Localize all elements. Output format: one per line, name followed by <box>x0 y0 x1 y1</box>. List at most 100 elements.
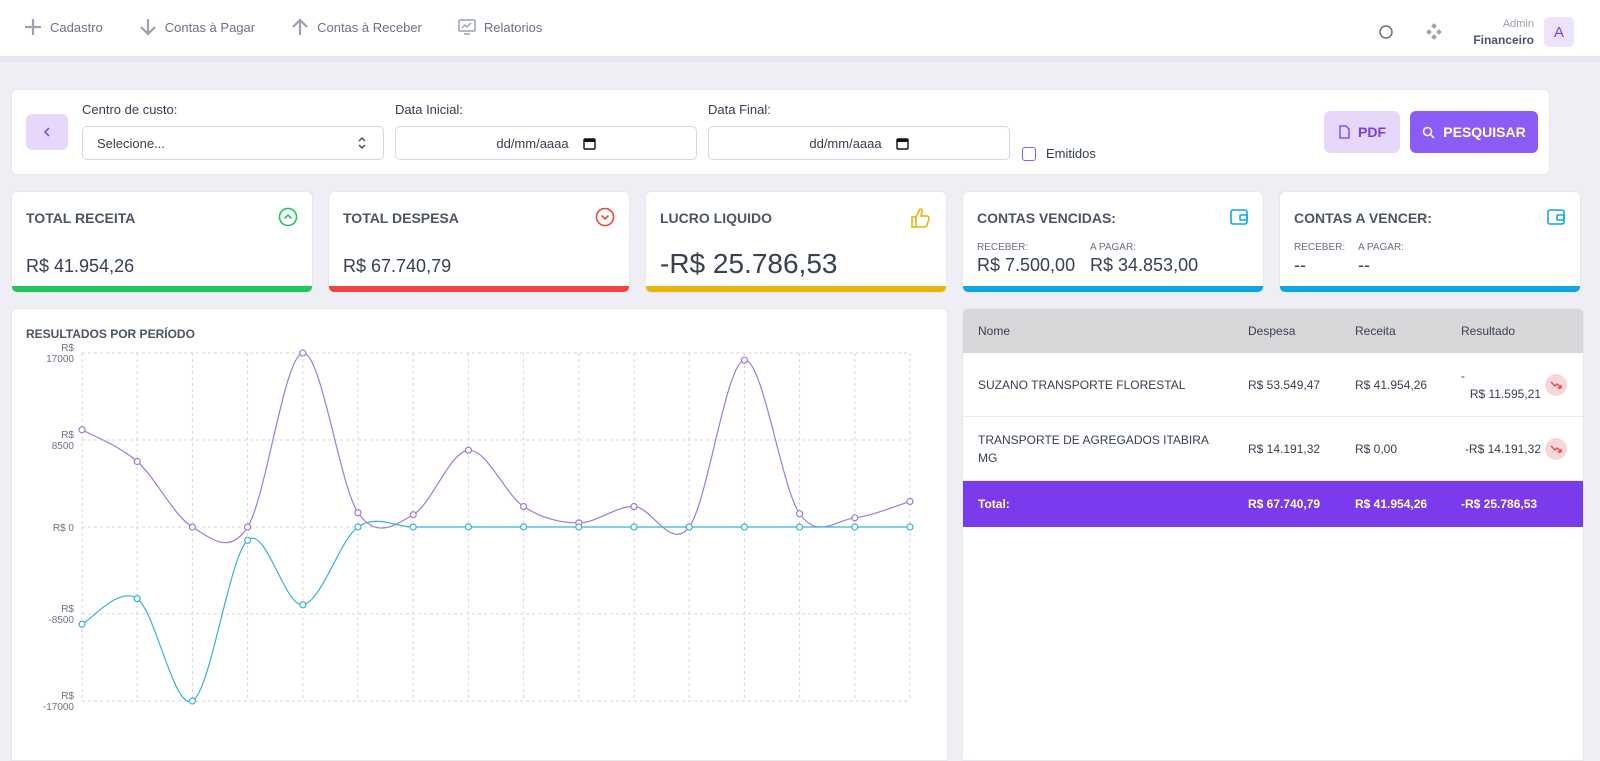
receber-label: RECEBER: <box>977 242 1029 253</box>
data-point <box>244 536 252 544</box>
results-table: Nome Despesa Receita Resultado SUZANO TR… <box>962 308 1584 761</box>
results-line-chart: R$17000R$8500R$ 0R$-8500R$-17000 <box>43 343 914 713</box>
data-point <box>795 510 804 518</box>
card-value: R$ 41.954,26 <box>26 256 135 276</box>
nav-cadastro[interactable]: Cadastro <box>24 18 103 36</box>
avatar[interactable]: A <box>1544 17 1574 47</box>
cell-despesa: R$ 14.191,32 <box>1248 441 1321 456</box>
card-title: TOTAL RECEITA <box>26 210 136 226</box>
series-line-2 <box>81 520 910 702</box>
data-point <box>354 523 362 531</box>
chevron-left-icon <box>43 127 50 137</box>
user-info[interactable]: Admin Financeiro <box>1473 16 1534 48</box>
nav-contas-pagar[interactable]: Contas à Pagar <box>139 18 255 36</box>
cell-resultado: -R$ 14.191,32 <box>1464 441 1541 456</box>
centro-custo-label: Centro de custo: <box>82 102 178 117</box>
total-despesa: R$ 67.740,79 <box>1248 497 1321 511</box>
trending-down-icon <box>1545 437 1567 460</box>
calendar-icon[interactable] <box>895 137 909 150</box>
search-icon <box>1423 126 1435 139</box>
nav-relatorios-label: Relatorios <box>483 19 543 35</box>
y-tick-label: R$ <box>61 430 74 441</box>
cell-receita: R$ 0,00 <box>1355 441 1398 456</box>
data-point <box>851 523 859 531</box>
pagar-value: -- <box>1358 255 1370 275</box>
data-point <box>795 523 804 531</box>
back-button[interactable] <box>26 114 68 150</box>
data-point <box>630 523 638 531</box>
pagar-value: R$ 34.853,00 <box>1090 255 1199 275</box>
data-point <box>299 601 307 609</box>
pdf-button[interactable]: PDF <box>1324 111 1400 153</box>
filter-panel: Centro de custo: Selecione... Data Inici… <box>11 89 1550 175</box>
data-point <box>575 523 583 531</box>
data-point <box>630 502 638 511</box>
card-contas-vencidas: CONTAS VENCIDAS: RECEBER: R$ 7.500,00 A … <box>962 191 1264 293</box>
cell-nome: SUZANO TRANSPORTE FLORESTAL <box>978 377 1186 392</box>
card-color-bar <box>12 286 312 292</box>
receber-group: RECEBER: -- <box>1294 242 1345 276</box>
card-color-bar <box>329 286 629 292</box>
card-title: CONTAS VENCIDAS: <box>977 210 1116 226</box>
theme-toggle-icon[interactable] <box>1377 23 1395 41</box>
user-name: Financeiro <box>1473 33 1534 47</box>
total-resultado: -R$ 25.786,53 <box>1461 497 1538 511</box>
table-header: Nome Despesa Receita Resultado <box>963 309 1583 353</box>
series-line-1 <box>81 352 911 544</box>
header-receita: Receita <box>1355 324 1396 338</box>
card-total-receita: TOTAL RECEITA R$ 41.954,26 <box>11 191 313 293</box>
data-final-value: dd/mm/aaaa <box>809 135 882 151</box>
cell-receita: R$ 41.954,26 <box>1355 377 1428 392</box>
nav-contas-pagar-label: Contas à Pagar <box>164 19 256 35</box>
data-inicial-input[interactable]: dd/mm/aaaa <box>395 126 697 160</box>
data-point <box>188 523 196 531</box>
pagar-group: A PAGAR: -- <box>1358 242 1404 276</box>
pagar-group: A PAGAR: R$ 34.853,00 <box>1090 242 1198 276</box>
wallet-icon <box>1547 209 1565 225</box>
data-point <box>740 356 749 364</box>
card-title: CONTAS A VENCER: <box>1294 210 1432 226</box>
emitidos-checkbox[interactable] <box>1022 146 1036 161</box>
table-total-row: Total: R$ 67.740,79 R$ 41.954,26 -R$ 25.… <box>963 481 1583 527</box>
y-tick-label: R$ <box>61 343 74 354</box>
y-tick-label: 17000 <box>46 354 74 365</box>
data-inicial-label: Data Inicial: <box>395 102 463 117</box>
total-receita: R$ 41.954,26 <box>1355 497 1428 511</box>
data-point <box>740 523 749 531</box>
emitidos-label: Emitidos <box>1046 146 1096 161</box>
data-final-input[interactable]: dd/mm/aaaa <box>708 126 1010 160</box>
card-color-bar <box>1280 286 1580 292</box>
centro-custo-select[interactable]: Selecione... <box>82 126 384 160</box>
arrow-up-icon <box>292 18 308 35</box>
top-right-area: Admin Financeiro A <box>1377 16 1574 48</box>
data-point <box>133 457 141 466</box>
table-row[interactable]: SUZANO TRANSPORTE FLORESTAL R$ 53.549,47… <box>963 353 1583 417</box>
pesquisar-button[interactable]: PESQUISAR <box>1410 111 1538 153</box>
thumbs-up-icon <box>911 208 930 228</box>
nav-contas-receber[interactable]: Contas à Receber <box>291 18 422 36</box>
calendar-icon[interactable] <box>582 137 596 150</box>
data-point <box>133 595 141 603</box>
nav-relatorios[interactable]: Relatorios <box>458 18 543 36</box>
data-point <box>851 514 859 522</box>
total-label: Total: <box>978 497 1010 511</box>
y-tick-label: R$ 0 <box>53 523 75 534</box>
apps-grid-icon[interactable] <box>1425 23 1443 41</box>
data-point <box>520 523 528 531</box>
pesquisar-button-label: PESQUISAR <box>1443 124 1526 140</box>
card-contas-a-vencer: CONTAS A VENCER: RECEBER: -- A PAGAR: -- <box>1279 191 1581 293</box>
arrow-down-icon <box>139 19 156 36</box>
table-row[interactable]: TRANSPORTE DE AGREGADOS ITABIRA MG R$ 14… <box>963 417 1583 481</box>
emitidos-checkbox-wrap[interactable]: Emitidos <box>1022 146 1096 161</box>
pagar-label: A PAGAR: <box>1090 242 1136 253</box>
card-total-despesa: TOTAL DESPESA R$ 67.740,79 <box>328 191 630 293</box>
card-value: R$ 67.740,79 <box>343 256 452 276</box>
pagar-label: A PAGAR: <box>1358 242 1404 253</box>
receber-value: R$ 7.500,00 <box>977 255 1076 275</box>
chevron-down-circle-icon <box>595 207 615 227</box>
data-point <box>464 523 472 531</box>
data-point <box>409 511 417 519</box>
main-nav: Cadastro Contas à Pagar Contas à Receber… <box>24 18 578 36</box>
centro-custo-value: Selecione... <box>97 135 165 151</box>
data-point <box>906 497 914 506</box>
